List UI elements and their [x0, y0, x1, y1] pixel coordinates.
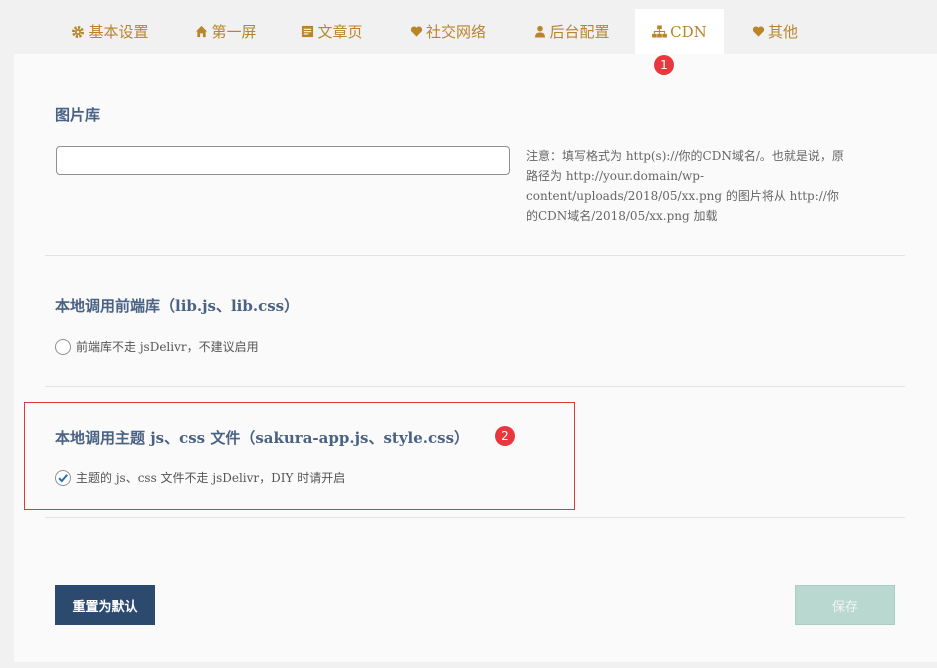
- local-theme-option-label: 主题的 js、css 文件不走 jsDelivr，DIY 时请开启: [76, 471, 346, 485]
- user-icon: [535, 25, 546, 38]
- tab-label: 第一屏: [211, 23, 257, 41]
- tab-label: CDN: [670, 22, 707, 41]
- divider: [45, 255, 905, 256]
- tab-label: 文章页: [317, 23, 363, 41]
- image-library-cdn-input[interactable]: [56, 146, 510, 175]
- tab-label: 社交网络: [425, 23, 486, 41]
- local-frontend-option-label: 前端库不走 jsDelivr，不建议启用: [76, 340, 259, 354]
- sitemap-icon: [652, 25, 668, 38]
- reset-to-default-button[interactable]: 重置为默认: [55, 585, 155, 625]
- tab-label: 后台配置: [549, 23, 610, 41]
- document-icon: [302, 25, 314, 38]
- heart-icon: [410, 26, 423, 37]
- home-icon: [196, 25, 208, 38]
- annotation-highlight-box: [24, 402, 575, 510]
- tab-admin-config[interactable]: 后台配置: [522, 9, 622, 54]
- heart-icon: [752, 26, 765, 37]
- tab-bar: 基本设置 第一屏 文章页 社交网络 后台配置 CDN 其他: [0, 0, 937, 54]
- local-theme-option[interactable]: 主题的 js、css 文件不走 jsDelivr，DIY 时请开启: [55, 469, 345, 486]
- section-title-image-library: 图片库: [55, 106, 101, 124]
- section-title-local-frontend: 本地调用前端库（lib.js、lib.css）: [55, 297, 300, 315]
- tab-basic-settings[interactable]: 基本设置: [60, 9, 160, 54]
- tab-cdn[interactable]: CDN: [635, 9, 724, 54]
- checkmark-icon: [58, 473, 68, 482]
- annotation-badge-1: 1: [654, 55, 674, 75]
- local-frontend-option[interactable]: 前端库不走 jsDelivr，不建议启用: [55, 338, 259, 355]
- annotation-badge-2: 2: [495, 426, 515, 446]
- divider: [45, 517, 905, 518]
- tab-article-page[interactable]: 文章页: [290, 9, 374, 54]
- local-theme-checkbox[interactable]: [55, 469, 71, 486]
- divider: [45, 386, 905, 387]
- gear-icon: [72, 25, 85, 38]
- tab-social-network[interactable]: 社交网络: [398, 9, 498, 54]
- tab-label: 其他: [767, 23, 798, 41]
- local-frontend-radio[interactable]: [55, 338, 71, 355]
- section-title-local-theme: 本地调用主题 js、css 文件（sakura-app.js、style.css…: [55, 429, 470, 447]
- tab-first-screen[interactable]: 第一屏: [185, 9, 267, 54]
- tab-other[interactable]: 其他: [740, 9, 810, 54]
- tab-label: 基本设置: [88, 23, 149, 41]
- save-button[interactable]: 保存: [795, 585, 895, 625]
- image-library-note: 注意：填写格式为 http(s)://你的CDN域名/。也就是说，原路径为 ht…: [526, 149, 844, 223]
